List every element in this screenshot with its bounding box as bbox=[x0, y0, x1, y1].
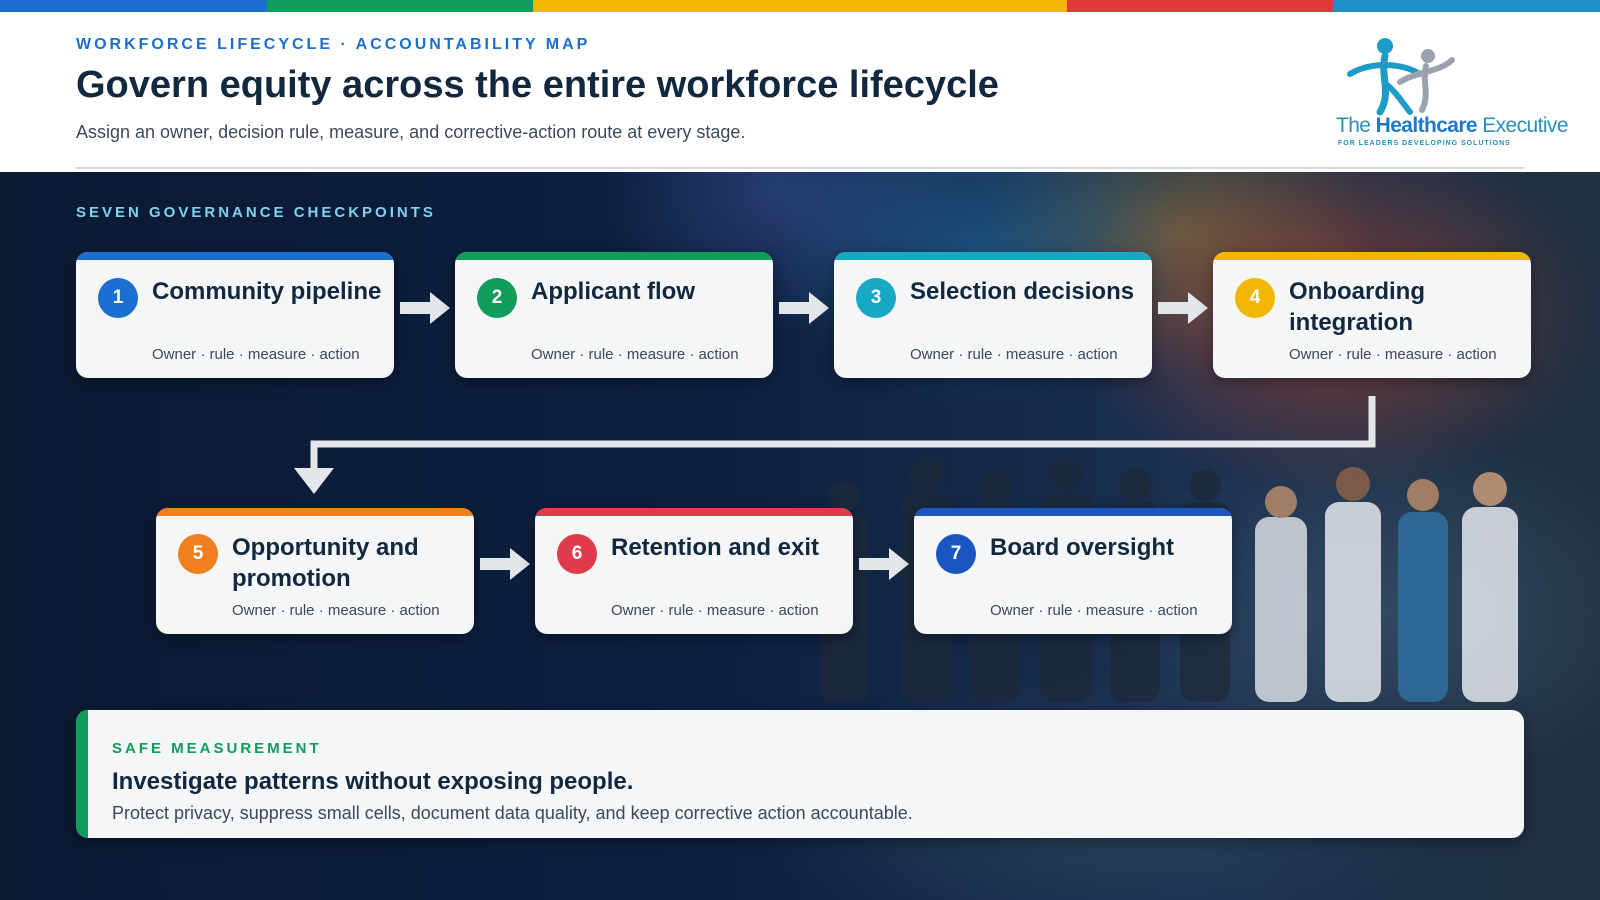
logo-suffix: Executive bbox=[1477, 114, 1568, 137]
step-meta: Owner · rule · measure · action bbox=[232, 602, 440, 619]
step-card-selection-decisions: 3 Selection decisions Owner · rule · mea… bbox=[834, 252, 1152, 378]
step-card-opportunity-promotion: 5 Opportunity and promotion Owner · rule… bbox=[156, 508, 474, 634]
header: WORKFORCE LIFECYCLE · ACCOUNTABILITY MAP… bbox=[0, 12, 1600, 172]
arrow-right-icon bbox=[480, 548, 530, 580]
step-card-onboarding-integration: 4 Onboarding integration Owner · rule · … bbox=[1213, 252, 1531, 378]
logo-wordmark: The Healthcare Executive bbox=[1336, 114, 1569, 138]
step-number-badge: 7 bbox=[936, 534, 976, 574]
color-segment bbox=[1066, 0, 1334, 12]
step-number-badge: 1 bbox=[98, 278, 138, 318]
color-segment bbox=[800, 0, 1067, 12]
step-card-retention-exit: 6 Retention and exit Owner · rule · meas… bbox=[535, 508, 853, 634]
arrow-right-icon bbox=[779, 292, 829, 324]
callout-title: Investigate patterns without exposing pe… bbox=[112, 768, 634, 795]
color-segment bbox=[533, 0, 801, 12]
step-meta: Owner · rule · measure · action bbox=[611, 602, 819, 619]
step-title: Retention and exit bbox=[611, 534, 820, 561]
step-title: Onboarding integration bbox=[1289, 278, 1425, 336]
callout-accent-stripe bbox=[76, 710, 88, 838]
step-meta: Owner · rule · measure · action bbox=[990, 602, 1198, 619]
logo-tagline: FOR LEADERS DEVELOPING SOLUTIONS bbox=[1338, 140, 1511, 147]
step-number-badge: 3 bbox=[856, 278, 896, 318]
callout-body: Protect privacy, suppress small cells, d… bbox=[112, 803, 913, 823]
step-number-badge: 6 bbox=[557, 534, 597, 574]
checkpoints-panel: SEVEN GOVERNANCE CHECKPOINTS 1 Community… bbox=[0, 172, 1600, 900]
section-label: SEVEN GOVERNANCE CHECKPOINTS bbox=[76, 204, 436, 221]
step-meta: Owner · rule · measure · action bbox=[910, 346, 1118, 363]
color-segment bbox=[266, 0, 534, 12]
logo: The Healthcare Executive FOR LEADERS DEV… bbox=[1330, 32, 1569, 157]
connector-arrow-icon bbox=[294, 396, 1376, 494]
step-card-community-pipeline: 1 Community pipeline Owner · rule · meas… bbox=[76, 252, 394, 378]
logo-highlight: Healthcare bbox=[1375, 114, 1478, 137]
step-title: Applicant flow bbox=[531, 278, 695, 305]
card-accent-bar bbox=[535, 508, 853, 516]
step-card-applicant-flow: 2 Applicant flow Owner · rule · measure … bbox=[455, 252, 773, 378]
card-accent-bar bbox=[156, 508, 474, 516]
arrow-right-icon bbox=[1158, 292, 1208, 324]
card-accent-bar bbox=[834, 252, 1152, 260]
card-accent-bar bbox=[914, 508, 1232, 516]
step-title: Community pipeline bbox=[152, 278, 382, 305]
page-subtitle: Assign an owner, decision rule, measure,… bbox=[76, 122, 746, 142]
step-number-badge: 5 bbox=[178, 534, 218, 574]
callout-eyebrow: SAFE MEASUREMENT bbox=[112, 740, 322, 757]
card-accent-bar bbox=[1213, 252, 1531, 260]
step-meta: Owner · rule · measure · action bbox=[152, 346, 360, 363]
figures-icon bbox=[1347, 38, 1455, 116]
step-card-board-oversight: 7 Board oversight Owner · rule · measure… bbox=[914, 508, 1232, 634]
arrow-right-icon bbox=[400, 292, 450, 324]
step-meta: Owner · rule · measure · action bbox=[531, 346, 739, 363]
card-accent-bar bbox=[455, 252, 773, 260]
step-meta: Owner · rule · measure · action bbox=[1289, 346, 1497, 363]
logo-prefix: The bbox=[1336, 114, 1376, 137]
step-number-badge: 2 bbox=[477, 278, 517, 318]
header-eyebrow: WORKFORCE LIFECYCLE · ACCOUNTABILITY MAP bbox=[76, 36, 591, 53]
header-divider bbox=[76, 167, 1524, 169]
step-title: Opportunity and promotion bbox=[232, 534, 419, 592]
color-segment bbox=[0, 0, 267, 12]
step-number-badge: 4 bbox=[1235, 278, 1275, 318]
step-title: Board oversight bbox=[990, 534, 1175, 561]
top-color-bar bbox=[0, 0, 1600, 12]
page-title: Govern equity across the entire workforc… bbox=[76, 64, 999, 106]
arrow-right-icon bbox=[859, 548, 909, 580]
safe-measurement-callout: SAFE MEASUREMENT Investigate patterns wi… bbox=[76, 710, 1524, 838]
color-segment bbox=[1333, 0, 1600, 12]
step-title: Selection decisions bbox=[910, 278, 1135, 305]
card-accent-bar bbox=[76, 252, 394, 260]
